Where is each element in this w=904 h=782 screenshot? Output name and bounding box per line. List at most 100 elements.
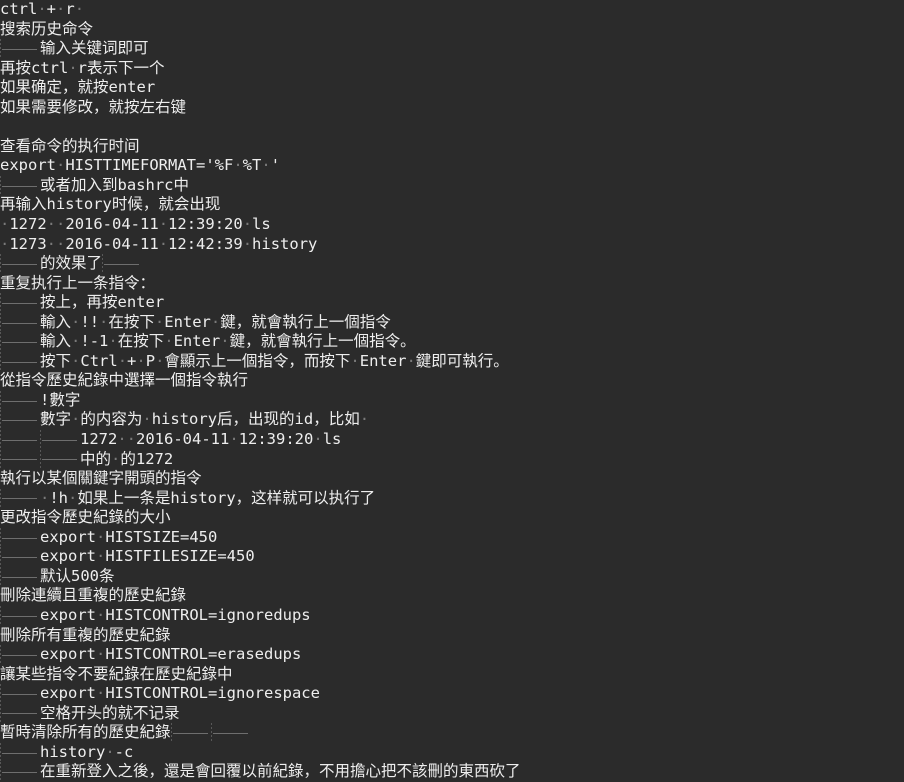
space-dot-glyph: · (46, 215, 57, 234)
indent-guide (0, 684, 40, 704)
editor-line[interactable]: 暫時清除所有的歷史紀錄 (0, 723, 904, 743)
editor-line[interactable]: 1272··2016-04-11·12:39:20·ls (0, 430, 904, 450)
editor-line[interactable]: 在重新登入之後，還是會回覆以前紀錄，不用擔心把不該刪的東西砍了 (0, 762, 904, 782)
line-text: 空格开头的就不记录 (40, 703, 180, 722)
indent-guide (0, 39, 40, 59)
editor-line[interactable]: history·-c (0, 742, 904, 763)
line-text: 或者加入到bashrc中 (40, 175, 189, 194)
space-dot-glyph: · (220, 332, 230, 351)
space-dot-glyph: · (0, 234, 10, 253)
space-dot-glyph: · (108, 332, 118, 351)
indent-guide (0, 566, 40, 587)
editor-line[interactable]: ctrl·+·r· (0, 0, 904, 20)
indent-guide (0, 762, 40, 782)
line-text: 中的·的1272 (80, 449, 174, 468)
editor-line[interactable]: ·1272··2016-04-11·12:39:20·ls (0, 215, 904, 235)
space-dot-glyph: · (126, 430, 137, 449)
line-text: 按下·Ctrl·+·P·會顯示上一個指令，而按下·Enter·鍵即可執行。 (40, 351, 509, 370)
indent-guide (0, 645, 40, 665)
editor-line[interactable]: 更改指令歷史紀錄的大小 (0, 508, 904, 528)
line-text: 輸入·!-1·在按下·Enter·鍵，就會執行上一個指令。 (40, 332, 416, 351)
line-text: 再输入history时候，就会出现 (0, 195, 221, 214)
space-dot-glyph: · (105, 742, 115, 761)
text-editor-canvas[interactable]: ctrl·+·r· 搜索历史命令 输入关键词即可 再按ctrl·r表示下一个 如果确定，… (0, 0, 904, 782)
space-dot-glyph: · (96, 527, 106, 546)
editor-line[interactable]: 刪除所有重複的歷史紀錄 (0, 626, 904, 646)
line-text: 如果需要修改，就按左右键 (0, 97, 187, 116)
trailing-indent-guide (102, 254, 142, 274)
editor-line[interactable]: 如果确定，就按enter (0, 78, 904, 98)
line-text: 執行以某個關鍵字開頭的指令 (0, 469, 202, 488)
space-dot-glyph: · (229, 430, 239, 449)
editor-line[interactable]: 從指令歷史紀錄中選擇一個指令執行 (0, 371, 904, 391)
editor-line[interactable]: !數字 (0, 390, 904, 411)
line-text: ·!h·如果上一条是history，这样就可以执行了 (40, 488, 376, 507)
editor-line[interactable]: 讓某些指令不要紀錄在歷史紀錄中 (0, 665, 904, 685)
editor-line[interactable]: 按上，再按enter (0, 293, 904, 313)
line-text: 搜索历史命令 (0, 19, 94, 38)
space-dot-glyph: · (96, 547, 106, 566)
space-dot-glyph: · (158, 234, 169, 253)
space-dot-glyph: · (99, 312, 109, 331)
editor-line[interactable]: export·HISTSIZE=450 (0, 527, 904, 548)
editor-line[interactable]: export·HISTTIMEFORMAT='%F·%T·' (0, 156, 904, 176)
line-text: ·1273··2016-04-11·12:42:39·history (0, 234, 318, 253)
space-dot-glyph: · (71, 410, 81, 429)
editor-line[interactable]: 空格开头的就不记录 (0, 703, 904, 724)
editor-line[interactable]: 搜索历史命令 (0, 20, 904, 40)
editor-line[interactable]: 的效果了 (0, 254, 904, 274)
space-dot-glyph: · (350, 351, 360, 370)
line-text: 重复执行上一条指令： (0, 273, 156, 292)
space-dot-glyph: · (210, 312, 221, 331)
space-dot-glyph: · (71, 332, 81, 351)
space-dot-glyph: · (136, 351, 146, 370)
line-text: 數字·的内容为·history后，出现的id，比如· (40, 410, 370, 429)
space-dot-glyph: · (40, 488, 50, 507)
editor-line[interactable]: export·HISTFILESIZE=450 (0, 547, 904, 567)
space-dot-glyph: · (56, 0, 66, 18)
editor-line[interactable]: ·!h·如果上一条是history，这样就可以执行了 (0, 488, 904, 509)
line-text: 暫時清除所有的歷史紀錄 (0, 723, 171, 742)
editor-line[interactable]: 輸入·!-1·在按下·Enter·鍵，就會執行上一個指令。 (0, 332, 904, 352)
space-dot-glyph: · (406, 351, 416, 370)
space-dot-glyph: · (155, 351, 165, 370)
editor-line[interactable]: export·HISTCONTROL=ignorespace (0, 684, 904, 704)
space-dot-glyph: · (0, 215, 10, 234)
editor-line[interactable]: 中的·的1272 (0, 449, 904, 470)
editor-line[interactable]: 輸入·!!·在按下·Enter·鍵，就會執行上一個指令 (0, 312, 904, 333)
space-dot-glyph: · (56, 215, 66, 234)
editor-line[interactable] (0, 117, 904, 137)
editor-line[interactable]: 查看命令的执行时间 (0, 137, 904, 157)
space-dot-glyph: · (158, 215, 169, 234)
line-text: export·HISTCONTROL=ignoredups (40, 605, 311, 624)
indent-guide (0, 430, 40, 450)
line-text: export·HISTTIMEFORMAT='%F·%T·' (0, 156, 281, 175)
line-text: 输入关键词即可 (40, 39, 149, 58)
editor-line[interactable]: 默认500条 (0, 566, 904, 587)
space-dot-glyph: · (233, 156, 243, 175)
editor-line[interactable]: 重复执行上一条指令： (0, 274, 904, 294)
editor-line[interactable]: 按下·Ctrl·+·P·會顯示上一個指令，而按下·Enter·鍵即可執行。 (0, 351, 904, 372)
line-text: !數字 (40, 390, 81, 409)
editor-line[interactable]: 再输入history时候，就会出现 (0, 195, 904, 215)
space-dot-glyph: · (261, 156, 271, 175)
indent-guide (0, 332, 40, 352)
line-text: export·HISTSIZE=450 (40, 527, 218, 546)
editor-line[interactable]: 刪除連續且重複的歷史紀錄 (0, 586, 904, 606)
space-dot-glyph: · (96, 684, 106, 703)
editor-line[interactable]: export·HISTCONTROL=ignoredups (0, 605, 904, 626)
editor-line[interactable]: 或者加入到bashrc中 (0, 175, 904, 196)
space-dot-glyph: · (46, 234, 57, 253)
editor-line[interactable]: export·HISTCONTROL=erasedups (0, 645, 904, 665)
line-text: 在重新登入之後，還是會回覆以前紀錄，不用擔心把不該刪的東西砍了 (40, 762, 521, 781)
editor-line[interactable]: 再按ctrl·r表示下一个 (0, 59, 904, 79)
indent-guide (0, 703, 40, 724)
space-dot-glyph: · (359, 410, 370, 429)
editor-line[interactable]: ·1273··2016-04-11·12:42:39·history (0, 235, 904, 255)
editor-line[interactable]: 如果需要修改，就按左右键 (0, 98, 904, 118)
editor-line[interactable]: 執行以某個關鍵字開頭的指令 (0, 469, 904, 489)
trailing-indent-guide (210, 723, 251, 743)
editor-line[interactable]: 數字·的内容为·history后，出现的id，比如· (0, 410, 904, 430)
editor-line[interactable]: 输入关键词即可 (0, 39, 904, 59)
space-dot-glyph: · (117, 351, 128, 370)
